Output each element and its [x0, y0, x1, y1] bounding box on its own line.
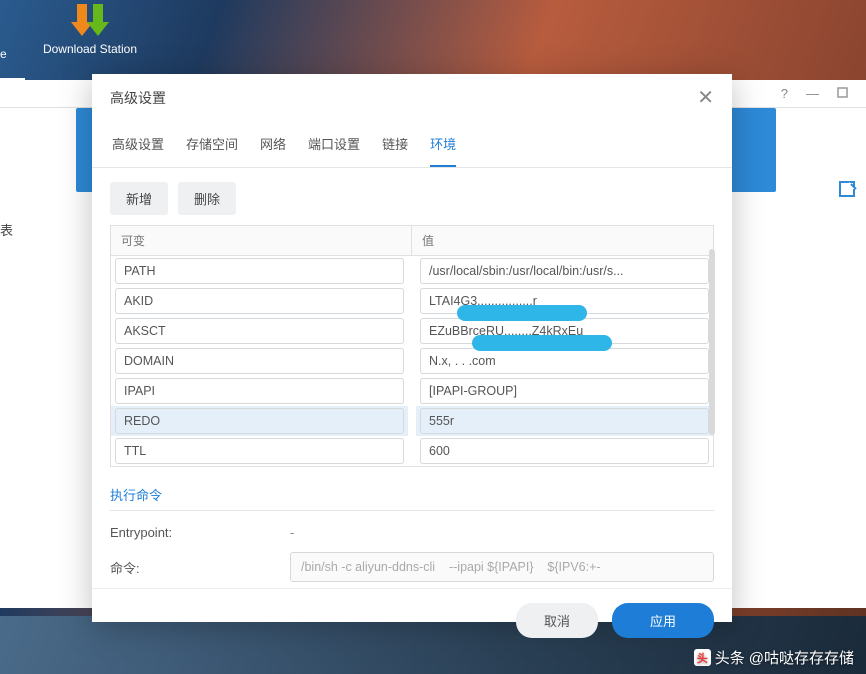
env-value-input[interactable] — [420, 258, 709, 284]
column-header-variable: 可变 — [111, 226, 412, 255]
env-key-input[interactable] — [115, 258, 404, 284]
table-row[interactable] — [111, 376, 713, 406]
column-header-value: 值 — [412, 226, 713, 255]
add-button[interactable]: 新增 — [110, 182, 168, 215]
command-input[interactable] — [290, 552, 714, 582]
tab-environment[interactable]: 环境 — [430, 124, 456, 167]
table-row[interactable] — [111, 316, 713, 346]
desktop-icon-label: Download Station — [30, 42, 150, 56]
table-row[interactable] — [111, 436, 713, 466]
env-value-input[interactable] — [420, 378, 709, 404]
modal-title: 高级设置 — [110, 88, 166, 108]
side-text-partial: 表 — [0, 220, 13, 239]
env-key-input[interactable] — [115, 438, 404, 464]
side-action-icon[interactable] — [830, 172, 866, 208]
env-value-input[interactable] — [420, 318, 709, 344]
entrypoint-label: Entrypoint: — [110, 525, 280, 540]
modal-tabs: 高级设置 存储空间 网络 端口设置 链接 环境 — [92, 118, 732, 168]
env-key-input[interactable] — [115, 378, 404, 404]
desktop-icon-download-station[interactable]: Download Station — [30, 0, 150, 56]
close-icon[interactable]: ✕ — [697, 88, 714, 108]
env-table-body — [111, 256, 713, 466]
table-row[interactable] — [111, 406, 713, 436]
env-value-input[interactable] — [420, 438, 709, 464]
apply-button[interactable]: 应用 — [612, 603, 714, 638]
env-key-input[interactable] — [115, 348, 404, 374]
watermark-user: @咕哒存存存储 — [749, 647, 854, 668]
maximize-icon[interactable] — [837, 86, 848, 101]
minimize-icon[interactable]: — — [806, 86, 819, 101]
exec-command-section-title: 执行命令 — [110, 485, 714, 511]
table-scrollbar[interactable] — [709, 249, 715, 435]
env-key-input[interactable] — [115, 318, 404, 344]
desktop-background: e Download Station er ? — 表 高级设置 ✕ 高级设置 … — [0, 0, 866, 674]
entrypoint-value: - — [290, 525, 294, 540]
watermark-brand: 头条 — [715, 647, 745, 668]
desktop-partial-label: e — [0, 47, 7, 61]
delete-button[interactable]: 删除 — [178, 182, 236, 215]
watermark-icon: 头 — [694, 649, 711, 666]
cancel-button[interactable]: 取消 — [516, 603, 598, 638]
table-row[interactable] — [111, 256, 713, 286]
env-variable-table: 可变 值 — [110, 225, 714, 467]
env-key-input[interactable] — [115, 408, 404, 434]
tab-advanced[interactable]: 高级设置 — [112, 124, 164, 167]
advanced-settings-modal: 高级设置 ✕ 高级设置 存储空间 网络 端口设置 链接 环境 新增 删除 可变 … — [92, 74, 732, 622]
help-icon[interactable]: ? — [781, 86, 788, 101]
table-row[interactable] — [111, 346, 713, 376]
env-value-input[interactable] — [420, 348, 709, 374]
tab-storage[interactable]: 存储空间 — [186, 124, 238, 167]
tab-links[interactable]: 链接 — [382, 124, 408, 167]
command-label: 命令: — [110, 558, 280, 577]
watermark: 头 头条 @咕哒存存存储 — [694, 647, 854, 668]
tab-network[interactable]: 网络 — [260, 124, 286, 167]
env-key-input[interactable] — [115, 288, 404, 314]
tab-ports[interactable]: 端口设置 — [308, 124, 360, 167]
table-row[interactable] — [111, 286, 713, 316]
env-value-input[interactable] — [420, 288, 709, 314]
env-value-input[interactable] — [420, 408, 709, 434]
download-station-icon — [30, 0, 150, 36]
